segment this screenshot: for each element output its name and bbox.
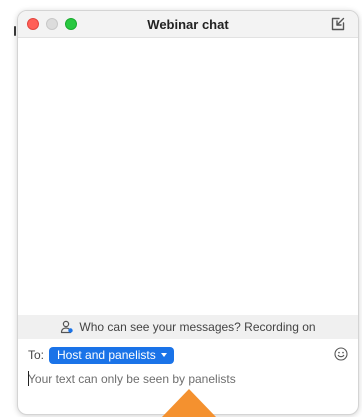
pointer-arrow-icon <box>162 389 216 417</box>
smiley-icon[interactable] <box>334 347 348 361</box>
window-title: Webinar chat <box>147 17 229 32</box>
to-label: To: <box>28 348 45 362</box>
recipient-label: Host and panelists <box>57 348 156 362</box>
message-list[interactable] <box>18 38 358 313</box>
screen: Webinar chat Who can see your messages? … <box>0 0 362 417</box>
webinar-chat-window: Webinar chat Who can see your messages? … <box>17 10 359 415</box>
message-input[interactable] <box>28 369 348 389</box>
recipient-row: To: Host and panelists <box>28 346 174 364</box>
person-icon <box>61 320 74 334</box>
background-window-edge <box>14 26 16 36</box>
title-bar[interactable]: Webinar chat <box>18 11 358 38</box>
text-cursor <box>28 371 29 386</box>
visibility-notice[interactable]: Who can see your messages? Recording on <box>18 315 358 339</box>
recipient-dropdown[interactable]: Host and panelists <box>49 346 174 364</box>
pop-out-icon[interactable] <box>330 16 346 32</box>
chevron-down-icon <box>160 353 167 357</box>
visibility-notice-text: Who can see your messages? Recording on <box>79 320 316 334</box>
